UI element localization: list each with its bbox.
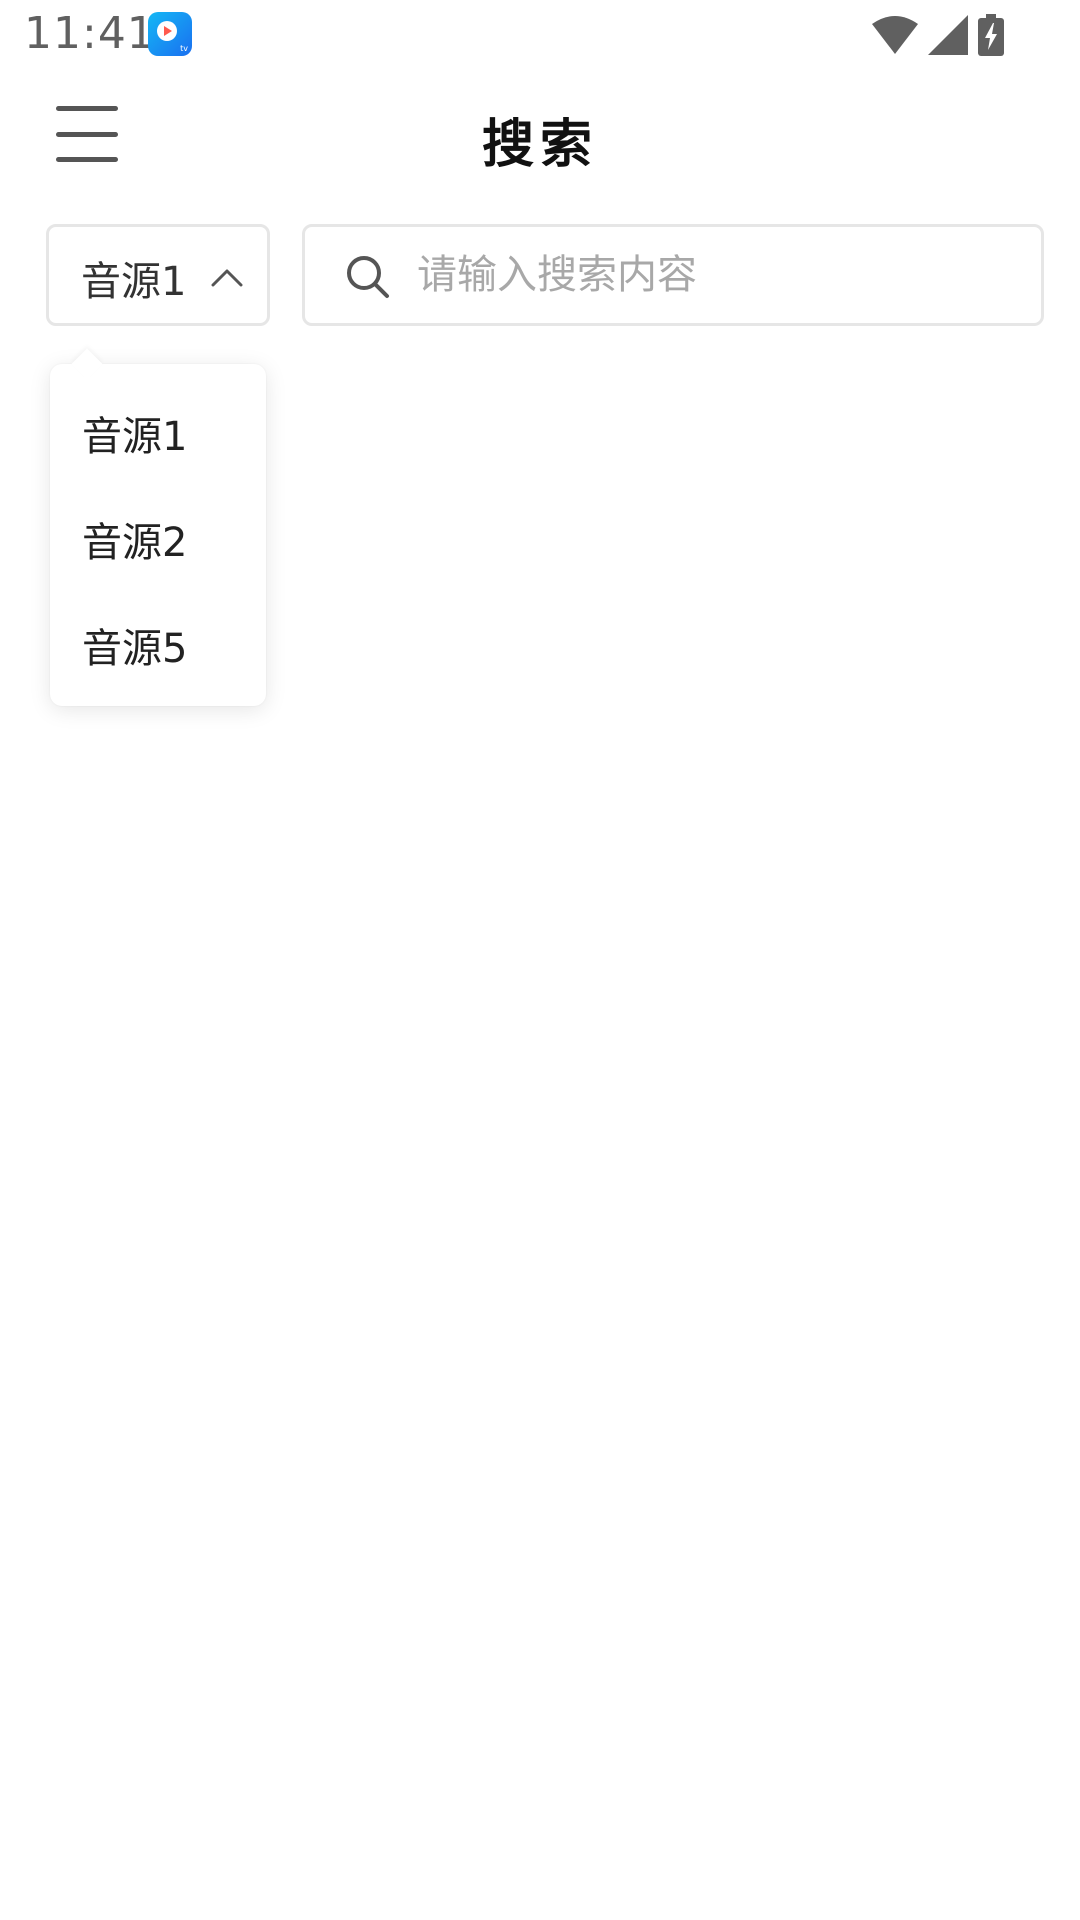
source-dropdown-menu: 音源1 音源2 音源5 bbox=[50, 348, 266, 706]
status-icons bbox=[872, 14, 1004, 56]
wifi-icon bbox=[872, 16, 918, 54]
battery-charging-icon bbox=[978, 14, 1004, 56]
search-screen: 11:41 tv 搜索 音源1 请输入搜索内容 音源1 音源2 音源5 bbox=[0, 0, 1080, 1920]
page-title: 搜索 bbox=[481, 115, 598, 175]
source-option-5[interactable]: 音源5 bbox=[50, 596, 266, 702]
app-badge-icon: tv bbox=[148, 12, 192, 56]
source-option-1[interactable]: 音源1 bbox=[50, 384, 266, 490]
source-option-list: 音源1 音源2 音源5 bbox=[50, 384, 266, 702]
signal-icon bbox=[928, 15, 968, 55]
dropdown-pointer bbox=[71, 348, 103, 380]
status-time: 11:41 bbox=[24, 8, 156, 59]
source-option-2[interactable]: 音源2 bbox=[50, 490, 266, 596]
chevron-up-icon bbox=[211, 269, 243, 287]
source-selector-value: 音源1 bbox=[81, 259, 187, 305]
status-bar: 11:41 tv bbox=[0, 0, 1080, 70]
search-input[interactable] bbox=[417, 241, 1017, 309]
search-icon bbox=[347, 256, 389, 298]
app-header: 搜索 bbox=[0, 70, 1080, 200]
source-selector[interactable]: 音源1 bbox=[46, 224, 270, 326]
search-box[interactable] bbox=[302, 224, 1044, 326]
